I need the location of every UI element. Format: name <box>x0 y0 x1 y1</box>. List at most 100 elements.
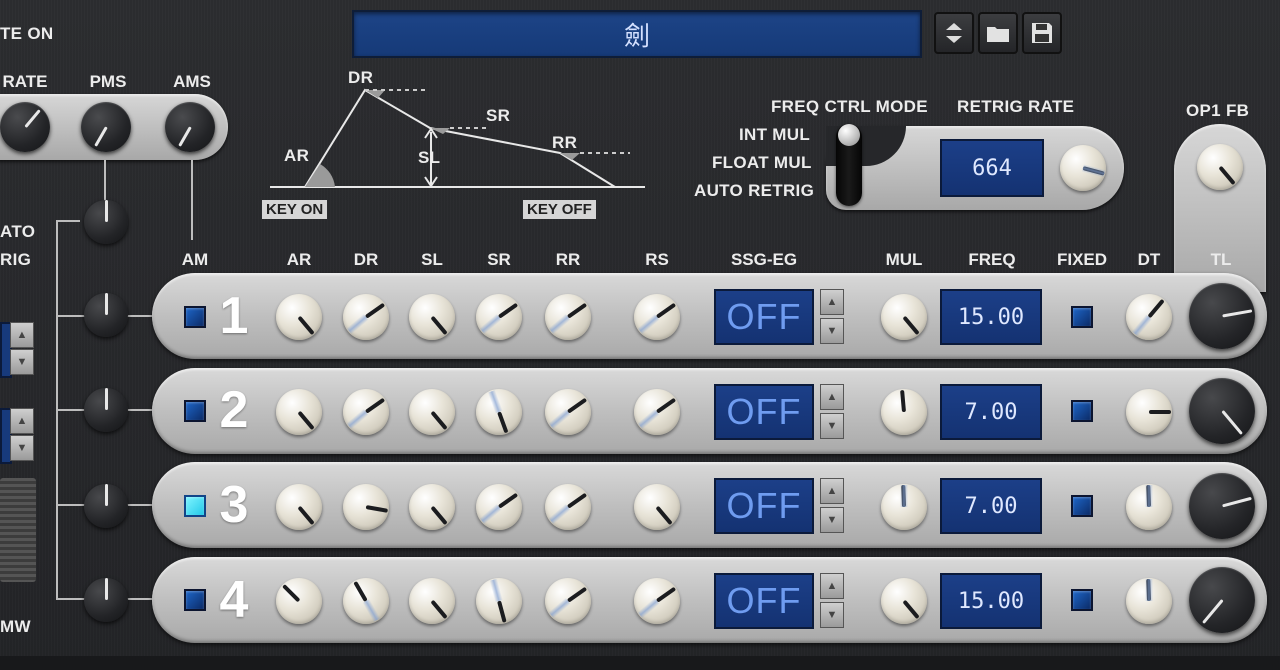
op2-fixed-toggle[interactable] <box>1071 400 1093 422</box>
op3-dt-knob[interactable] <box>1126 484 1172 530</box>
op3-tl-knob[interactable] <box>1189 473 1255 539</box>
op3-ssg-eg-display[interactable]: OFF <box>714 478 814 534</box>
op1-dr-knob[interactable] <box>343 294 389 340</box>
retrig-rate-knob[interactable] <box>1060 145 1106 191</box>
mod-wheel[interactable] <box>0 478 36 582</box>
op4-sr-knob[interactable] <box>476 578 522 624</box>
ams-knob[interactable] <box>165 102 215 152</box>
left-stepper-down-1[interactable]: ▼ <box>10 349 34 375</box>
folder-icon <box>987 27 1009 42</box>
op2-tl-knob[interactable] <box>1189 378 1255 444</box>
op1-am-toggle[interactable] <box>184 306 206 328</box>
col-sr: SR <box>487 250 511 269</box>
op4-sl-knob[interactable] <box>409 578 455 624</box>
save-button[interactable] <box>1022 12 1062 54</box>
op2-ssg-eg-display[interactable]: OFF <box>714 384 814 440</box>
op4-tl-knob[interactable] <box>1189 567 1255 633</box>
op3-sl-knob[interactable] <box>409 484 455 530</box>
op2-ssg-up[interactable]: ▲ <box>820 384 844 410</box>
op3-ar-knob[interactable] <box>276 484 322 530</box>
pms-knob[interactable] <box>81 102 131 152</box>
col-dt: DT <box>1137 250 1161 269</box>
left-stepper-down-2[interactable]: ▼ <box>10 435 34 461</box>
op2-ssg-value: OFF <box>726 391 802 432</box>
op1-fixed-toggle[interactable] <box>1071 306 1093 328</box>
op2-am-toggle[interactable] <box>184 400 206 422</box>
op4-dr-knob[interactable] <box>343 578 389 624</box>
freq-mode-switch-knob[interactable] <box>838 124 860 146</box>
op1-tl-knob[interactable] <box>1189 283 1255 349</box>
op1-dt-knob[interactable] <box>1126 294 1172 340</box>
op2-rr-knob[interactable] <box>545 389 591 435</box>
lfo-rate-knob[interactable] <box>0 102 50 152</box>
op4-freq-display[interactable]: 15.00 <box>940 573 1042 629</box>
op1-rr-knob[interactable] <box>545 294 591 340</box>
op3-sr-knob[interactable] <box>476 484 522 530</box>
op3-am-toggle[interactable] <box>184 495 206 517</box>
col-tl: TL <box>1210 250 1232 269</box>
ams-label: AMS <box>173 72 211 91</box>
env-dr-label: DR <box>348 68 374 87</box>
op4-am-toggle[interactable] <box>184 589 206 611</box>
op4-dt-knob[interactable] <box>1126 578 1172 624</box>
freq-mode-auto-retrig[interactable]: AUTO RETRIG <box>694 181 814 201</box>
op4-ssg-up[interactable]: ▲ <box>820 573 844 599</box>
op3-dr-knob[interactable] <box>343 484 389 530</box>
op-am-depth-knob-1[interactable] <box>84 293 128 337</box>
left-stepper-up-2[interactable]: ▲ <box>10 408 34 434</box>
op4-ssg-eg-display[interactable]: OFF <box>714 573 814 629</box>
op1-freq-display[interactable]: 15.00 <box>940 289 1042 345</box>
op-am-depth-knob-2[interactable] <box>84 388 128 432</box>
op1-ar-knob[interactable] <box>276 294 322 340</box>
op1-fb-knob[interactable] <box>1197 144 1243 190</box>
op4-rr-knob[interactable] <box>545 578 591 624</box>
op-am-depth-knob-4[interactable] <box>84 578 128 622</box>
op1-ssg-up[interactable]: ▲ <box>820 289 844 315</box>
col-freq: FREQ <box>968 250 1016 269</box>
op1-ssg-down[interactable]: ▼ <box>820 318 844 344</box>
op1-rs-knob[interactable] <box>634 294 680 340</box>
freq-mode-float-mul[interactable]: FLOAT MUL <box>712 153 812 173</box>
retrig-rate-display[interactable]: 664 <box>940 139 1044 197</box>
op2-rs-knob[interactable] <box>634 389 680 435</box>
op3-rs-knob[interactable] <box>634 484 680 530</box>
patch-name-display[interactable]: 劍 <box>352 10 922 58</box>
op3-mul-knob[interactable] <box>881 484 927 530</box>
op1-ssg-eg-display[interactable]: OFF <box>714 289 814 345</box>
op2-sr-knob[interactable] <box>476 389 522 435</box>
op1-mul-knob[interactable] <box>881 294 927 340</box>
op2-ar-knob[interactable] <box>276 389 322 435</box>
load-button[interactable] <box>978 12 1018 54</box>
op4-freq-value: 15.00 <box>957 588 1025 614</box>
op2-ssg-down[interactable]: ▼ <box>820 413 844 439</box>
op4-mul-knob[interactable] <box>881 578 927 624</box>
op2-freq-display[interactable]: 7.00 <box>940 384 1042 440</box>
col-rr: RR <box>555 250 581 269</box>
op2-sl-knob[interactable] <box>409 389 455 435</box>
key-off-label: KEY OFF <box>523 200 596 219</box>
op3-number: 3 <box>219 476 249 534</box>
op4-ssg-value: OFF <box>726 580 802 621</box>
op1-sr-knob[interactable] <box>476 294 522 340</box>
pms-label: PMS <box>89 72 127 91</box>
left-stepper-up-1[interactable]: ▲ <box>10 322 34 348</box>
op2-dr-knob[interactable] <box>343 389 389 435</box>
patch-up-down-button[interactable] <box>934 12 974 54</box>
op3-ssg-down[interactable]: ▼ <box>820 507 844 533</box>
op4-ar-knob[interactable] <box>276 578 322 624</box>
op1-sl-knob[interactable] <box>409 294 455 340</box>
op3-fixed-toggle[interactable] <box>1071 495 1093 517</box>
freq-mode-int-mul[interactable]: INT MUL <box>739 125 810 145</box>
vibrato-label: ATO <box>0 222 36 241</box>
op-am-depth-knob-0[interactable] <box>84 200 128 244</box>
op-am-depth-knob-3[interactable] <box>84 484 128 528</box>
op4-fixed-toggle[interactable] <box>1071 589 1093 611</box>
op2-mul-knob[interactable] <box>881 389 927 435</box>
op3-rr-knob[interactable] <box>545 484 591 530</box>
op2-dt-knob[interactable] <box>1126 389 1172 435</box>
op4-ssg-down[interactable]: ▼ <box>820 602 844 628</box>
op3-ssg-up[interactable]: ▲ <box>820 478 844 504</box>
op3-freq-display[interactable]: 7.00 <box>940 478 1042 534</box>
op4-rs-knob[interactable] <box>634 578 680 624</box>
mw-label: MW <box>0 617 31 636</box>
